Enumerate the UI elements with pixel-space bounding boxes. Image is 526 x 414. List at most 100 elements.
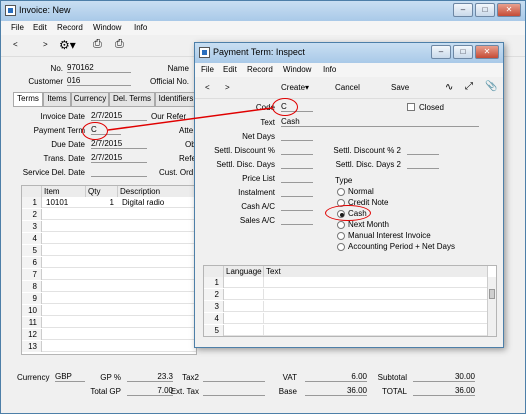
table-row[interactable]: 12 bbox=[22, 329, 196, 340]
qty-cell[interactable] bbox=[86, 245, 114, 256]
currency-field[interactable]: GBP bbox=[55, 372, 85, 382]
item-cell[interactable] bbox=[46, 221, 86, 232]
cash-ac-field[interactable] bbox=[281, 201, 313, 211]
description-cell[interactable] bbox=[122, 329, 198, 340]
item-cell[interactable] bbox=[46, 269, 86, 280]
create-button[interactable]: Create▾ bbox=[281, 83, 309, 92]
invoice-titlebar[interactable]: Invoice: New – □ ✕ bbox=[1, 1, 525, 21]
description-cell[interactable] bbox=[122, 245, 198, 256]
item-cell[interactable] bbox=[46, 317, 86, 328]
menu-record[interactable]: Record bbox=[247, 65, 273, 74]
description-cell[interactable] bbox=[122, 293, 198, 304]
description-cell[interactable] bbox=[122, 305, 198, 316]
customer-field[interactable]: 016 bbox=[67, 76, 131, 86]
table-row[interactable]: 11 bbox=[22, 317, 196, 328]
back-icon[interactable]: < bbox=[13, 40, 18, 49]
table-row[interactable]: 5 bbox=[22, 245, 196, 256]
language-cell[interactable] bbox=[224, 301, 264, 312]
qty-cell[interactable] bbox=[86, 221, 114, 232]
table-row[interactable]: 9 bbox=[22, 293, 196, 304]
table-row[interactable]: 1 10101 1 Digital radio bbox=[22, 197, 196, 208]
forward-icon[interactable]: > bbox=[225, 83, 230, 92]
cancel-button[interactable]: Cancel bbox=[335, 83, 360, 92]
language-text-grid[interactable]: Language Text 12345 bbox=[203, 265, 497, 337]
item-cell[interactable]: 10101 bbox=[46, 197, 86, 208]
item-cell[interactable] bbox=[46, 329, 86, 340]
description-cell[interactable]: Digital radio bbox=[122, 197, 198, 208]
tax2-field[interactable] bbox=[203, 372, 265, 382]
scrollbar-thumb[interactable] bbox=[489, 289, 495, 299]
invoice-date-field[interactable]: 2/7/2015 bbox=[91, 111, 147, 121]
service-del-date-field[interactable] bbox=[91, 167, 147, 177]
instalment-field[interactable] bbox=[281, 187, 313, 197]
menu-window[interactable]: Window bbox=[93, 23, 121, 32]
menu-edit[interactable]: Edit bbox=[223, 65, 237, 74]
table-row[interactable]: 3 bbox=[204, 301, 487, 312]
item-cell[interactable] bbox=[46, 245, 86, 256]
qty-cell[interactable] bbox=[86, 329, 114, 340]
tab-items[interactable]: Items bbox=[43, 92, 71, 106]
closed-checkbox[interactable] bbox=[407, 103, 415, 111]
maximize-button[interactable]: □ bbox=[475, 3, 495, 17]
trans-date-field[interactable]: 2/7/2015 bbox=[91, 153, 147, 163]
description-cell[interactable] bbox=[122, 317, 198, 328]
type-radio[interactable] bbox=[337, 232, 345, 240]
table-row[interactable]: 5 bbox=[204, 325, 487, 336]
menu-record[interactable]: Record bbox=[57, 23, 83, 32]
table-row[interactable]: 4 bbox=[22, 233, 196, 244]
item-cell[interactable] bbox=[46, 341, 86, 352]
sales-ac-field[interactable] bbox=[281, 215, 313, 225]
print-icon[interactable]: ⎙ bbox=[93, 38, 102, 51]
maximize-button[interactable]: □ bbox=[453, 45, 473, 59]
tab-currency[interactable]: Currency bbox=[71, 92, 109, 106]
table-row[interactable]: 13 bbox=[22, 341, 196, 352]
description-cell[interactable] bbox=[122, 221, 198, 232]
language-cell[interactable] bbox=[224, 277, 264, 288]
description-cell[interactable] bbox=[122, 209, 198, 220]
minimize-button[interactable]: – bbox=[431, 45, 451, 59]
invoice-items-grid[interactable]: Item Qty Description 1 10101 1 Digital radi… bbox=[21, 185, 198, 355]
item-cell[interactable] bbox=[46, 209, 86, 220]
expand-icon[interactable]: ⤢ bbox=[465, 81, 473, 92]
language-cell[interactable] bbox=[224, 313, 264, 324]
table-row[interactable]: 2 bbox=[204, 289, 487, 300]
net-days-field[interactable] bbox=[281, 131, 313, 141]
save-button[interactable]: Save bbox=[391, 83, 409, 92]
menu-file[interactable]: File bbox=[11, 23, 24, 32]
description-cell[interactable] bbox=[122, 341, 198, 352]
payment-term-titlebar[interactable]: Payment Term: Inspect – □ ✕ bbox=[195, 43, 503, 63]
description-cell[interactable] bbox=[122, 233, 198, 244]
table-row[interactable]: 8 bbox=[22, 281, 196, 292]
table-row[interactable]: 4 bbox=[204, 313, 487, 324]
close-button[interactable]: ✕ bbox=[497, 3, 521, 17]
qty-cell[interactable] bbox=[86, 317, 114, 328]
activity-icon[interactable]: ∿ bbox=[445, 82, 453, 93]
qty-cell[interactable] bbox=[86, 341, 114, 352]
menu-info[interactable]: Info bbox=[323, 65, 336, 74]
qty-cell[interactable] bbox=[86, 293, 114, 304]
settl-discount-2-field[interactable] bbox=[407, 145, 439, 155]
minimize-button[interactable]: – bbox=[453, 3, 473, 17]
settl-disc-days-field[interactable] bbox=[281, 159, 313, 169]
description-cell[interactable] bbox=[122, 281, 198, 292]
qty-cell[interactable] bbox=[86, 281, 114, 292]
gear-icon[interactable]: ⚙▾ bbox=[59, 38, 76, 52]
item-cell[interactable] bbox=[46, 257, 86, 268]
type-radio[interactable] bbox=[337, 243, 345, 251]
description-cell[interactable] bbox=[122, 257, 198, 268]
table-row[interactable]: 7 bbox=[22, 269, 196, 280]
item-cell[interactable] bbox=[46, 293, 86, 304]
qty-cell[interactable] bbox=[86, 257, 114, 268]
invoice-no-field[interactable]: 970162 bbox=[67, 63, 131, 73]
item-cell[interactable] bbox=[46, 233, 86, 244]
text-field[interactable]: Cash bbox=[281, 117, 479, 127]
item-cell[interactable] bbox=[46, 305, 86, 316]
language-cell[interactable] bbox=[224, 325, 264, 336]
qty-cell[interactable]: 1 bbox=[86, 197, 114, 208]
qty-cell[interactable] bbox=[86, 209, 114, 220]
table-row[interactable]: 2 bbox=[22, 209, 196, 220]
menu-edit[interactable]: Edit bbox=[33, 23, 47, 32]
attachment-icon[interactable]: 📎 bbox=[485, 81, 497, 92]
table-row[interactable]: 6 bbox=[22, 257, 196, 268]
menu-info[interactable]: Info bbox=[134, 23, 147, 32]
